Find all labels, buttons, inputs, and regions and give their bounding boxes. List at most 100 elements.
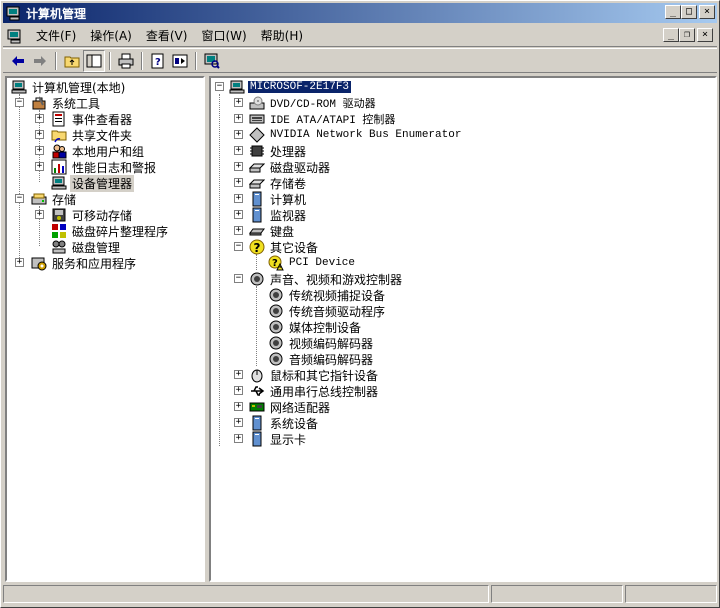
device-category-computer[interactable]: + 计算机 — [232, 191, 308, 207]
expand-toggle[interactable]: + — [234, 146, 243, 155]
device-list-pane[interactable]: − MICROSOF-2E17F3 + DVD/CD-ROM 驱动器 + IDE… — [209, 76, 717, 582]
tree-label: 存储 — [52, 192, 77, 207]
expand-toggle[interactable]: + — [234, 114, 243, 123]
tree-label: 服务和应用程序 — [52, 256, 137, 271]
device-category-mice[interactable]: + 鼠标和其它指针设备 — [232, 367, 380, 383]
expand-toggle[interactable]: + — [234, 178, 243, 187]
collapse-toggle[interactable]: − — [15, 98, 24, 107]
collapse-toggle[interactable]: − — [234, 242, 243, 251]
expand-toggle[interactable]: + — [234, 434, 243, 443]
help-icon: ? — [151, 53, 164, 68]
tree-label: 声音、视频和游戏控制器 — [270, 272, 403, 287]
print-button[interactable] — [115, 50, 137, 72]
tree-node-local-users-groups[interactable]: + 本地用户和组 — [33, 143, 146, 159]
tree-node-system-tools[interactable]: − 系统工具 — [13, 95, 102, 111]
device-legacy-video-capture[interactable]: 传统视频捕捉设备 — [268, 287, 387, 303]
device-category-monitors[interactable]: + 监视器 — [232, 207, 308, 223]
tree-label: 传统音频驱动程序 — [289, 304, 386, 319]
tree-label: IDE ATA/ATAPI 控制器 — [270, 115, 396, 127]
tree-node-performance-logs[interactable]: + 性能日志和警报 — [33, 159, 158, 175]
tree-node-storage[interactable]: − 存储 — [13, 191, 78, 207]
expand-toggle[interactable]: + — [234, 130, 243, 139]
properties-button[interactable] — [169, 50, 191, 72]
tree-node-disk-management[interactable]: 磁盘管理 — [51, 239, 122, 255]
expand-toggle[interactable]: + — [234, 418, 243, 427]
up-folder-icon — [64, 56, 80, 67]
device-video-codecs[interactable]: 视频编码解码器 — [268, 335, 375, 351]
collapse-toggle[interactable]: − — [215, 82, 224, 91]
expand-toggle[interactable]: + — [15, 258, 24, 267]
menu-action[interactable]: 操作(A) — [83, 27, 139, 45]
tree-label: 系统工具 — [52, 96, 101, 111]
device-pci-device[interactable]: ? PCI Device — [268, 255, 357, 271]
tree-node-removable-storage[interactable]: + 可移动存储 — [33, 207, 134, 223]
expand-toggle[interactable]: + — [234, 226, 243, 235]
tree-node-services-applications[interactable]: + 服务和应用程序 — [13, 255, 138, 271]
menu-help[interactable]: 帮助(H) — [254, 27, 310, 45]
back-button[interactable] — [7, 50, 29, 72]
device-category-dvd[interactable]: + DVD/CD-ROM 驱动器 — [232, 95, 378, 111]
expand-toggle[interactable]: + — [234, 402, 243, 411]
device-audio-codecs[interactable]: 音频编码解码器 — [268, 351, 375, 367]
title-bar[interactable]: 计算机管理 _ □ × — [3, 3, 717, 23]
expand-toggle[interactable]: + — [234, 194, 243, 203]
tree-root-machine[interactable]: − MICROSOF-2E17F3 — [213, 79, 353, 95]
close-button[interactable]: × — [699, 5, 715, 19]
device-category-nvidia-bus[interactable]: + NVIDIA Network Bus Enumerator — [232, 127, 463, 143]
expand-toggle[interactable]: + — [35, 162, 44, 171]
console-tree-pane[interactable]: 计算机管理(本地) − 系统工具 + 事件查看器 + 共享文件夹 + 本地用户和… — [5, 76, 205, 582]
up-one-level-button[interactable] — [61, 50, 83, 72]
expand-toggle[interactable]: + — [35, 146, 44, 155]
minimize-button[interactable]: _ — [665, 5, 681, 19]
tree-root-computer-management[interactable]: 计算机管理(本地) — [11, 79, 127, 95]
document-computer-icon[interactable] — [7, 28, 23, 44]
speaker-icon — [269, 352, 283, 366]
help-button[interactable]: ? — [147, 50, 169, 72]
menu-file[interactable]: 文件(F) — [29, 27, 83, 45]
device-category-display-adapters[interactable]: + 显示卡 — [232, 431, 308, 447]
device-category-sound-video[interactable]: − 声音、视频和游戏控制器 — [232, 271, 404, 287]
device-media-control[interactable]: 媒体控制设备 — [268, 319, 363, 335]
child-close-button[interactable]: × — [697, 28, 713, 42]
tree-label: 鼠标和其它指针设备 — [270, 368, 379, 383]
tree-node-event-viewer[interactable]: + 事件查看器 — [33, 111, 134, 127]
tree-label: 网络适配器 — [270, 400, 331, 415]
device-category-network-adapters[interactable]: + 网络适配器 — [232, 399, 332, 415]
device-legacy-audio-drivers[interactable]: 传统音频驱动程序 — [268, 303, 387, 319]
expand-toggle[interactable]: + — [35, 114, 44, 123]
child-minimize-button[interactable]: _ — [663, 28, 679, 42]
tree-node-shared-folders[interactable]: + 共享文件夹 — [33, 127, 134, 143]
device-category-processors[interactable]: + 处理器 — [232, 143, 308, 159]
show-hide-tree-button[interactable] — [83, 49, 105, 72]
expand-toggle[interactable]: + — [234, 162, 243, 171]
tree-node-disk-defragmenter[interactable]: 磁盘碎片整理程序 — [51, 223, 170, 239]
device-category-ide[interactable]: + IDE ATA/ATAPI 控制器 — [232, 111, 397, 127]
child-restore-button[interactable]: ❐ — [679, 28, 695, 42]
menu-view[interactable]: 查看(V) — [139, 27, 195, 45]
device-category-usb[interactable]: + 通用串行总线控制器 — [232, 383, 380, 399]
expand-toggle[interactable]: + — [234, 98, 243, 107]
device-category-disk-drives[interactable]: + 磁盘驱动器 — [232, 159, 332, 175]
tree-node-device-manager[interactable]: 设备管理器 — [51, 174, 135, 192]
unknown-device-icon: ? — [249, 239, 265, 255]
disk-management-icon — [52, 240, 66, 254]
forward-button[interactable] — [29, 50, 51, 72]
toolbar-separator — [141, 51, 143, 70]
expand-toggle[interactable]: + — [35, 130, 44, 139]
device-category-storage-volumes[interactable]: + 存储卷 — [232, 175, 308, 191]
display-adapter-icon — [252, 431, 262, 447]
speaker-icon — [269, 320, 283, 334]
device-category-other[interactable]: − ? 其它设备 — [232, 239, 320, 255]
status-bar — [3, 585, 717, 605]
menu-window[interactable]: 窗口(W) — [194, 27, 253, 45]
expand-toggle[interactable]: + — [35, 210, 44, 219]
expand-toggle[interactable]: + — [234, 210, 243, 219]
expand-toggle[interactable]: + — [234, 386, 243, 395]
scan-hardware-button[interactable] — [201, 50, 223, 72]
collapse-toggle[interactable]: − — [15, 194, 24, 203]
device-category-system-devices[interactable]: + 系统设备 — [232, 415, 320, 431]
collapse-toggle[interactable]: − — [234, 274, 243, 283]
maximize-button[interactable]: □ — [681, 5, 697, 19]
expand-toggle[interactable]: + — [234, 370, 243, 379]
device-category-keyboards[interactable]: + 键盘 — [232, 223, 296, 239]
